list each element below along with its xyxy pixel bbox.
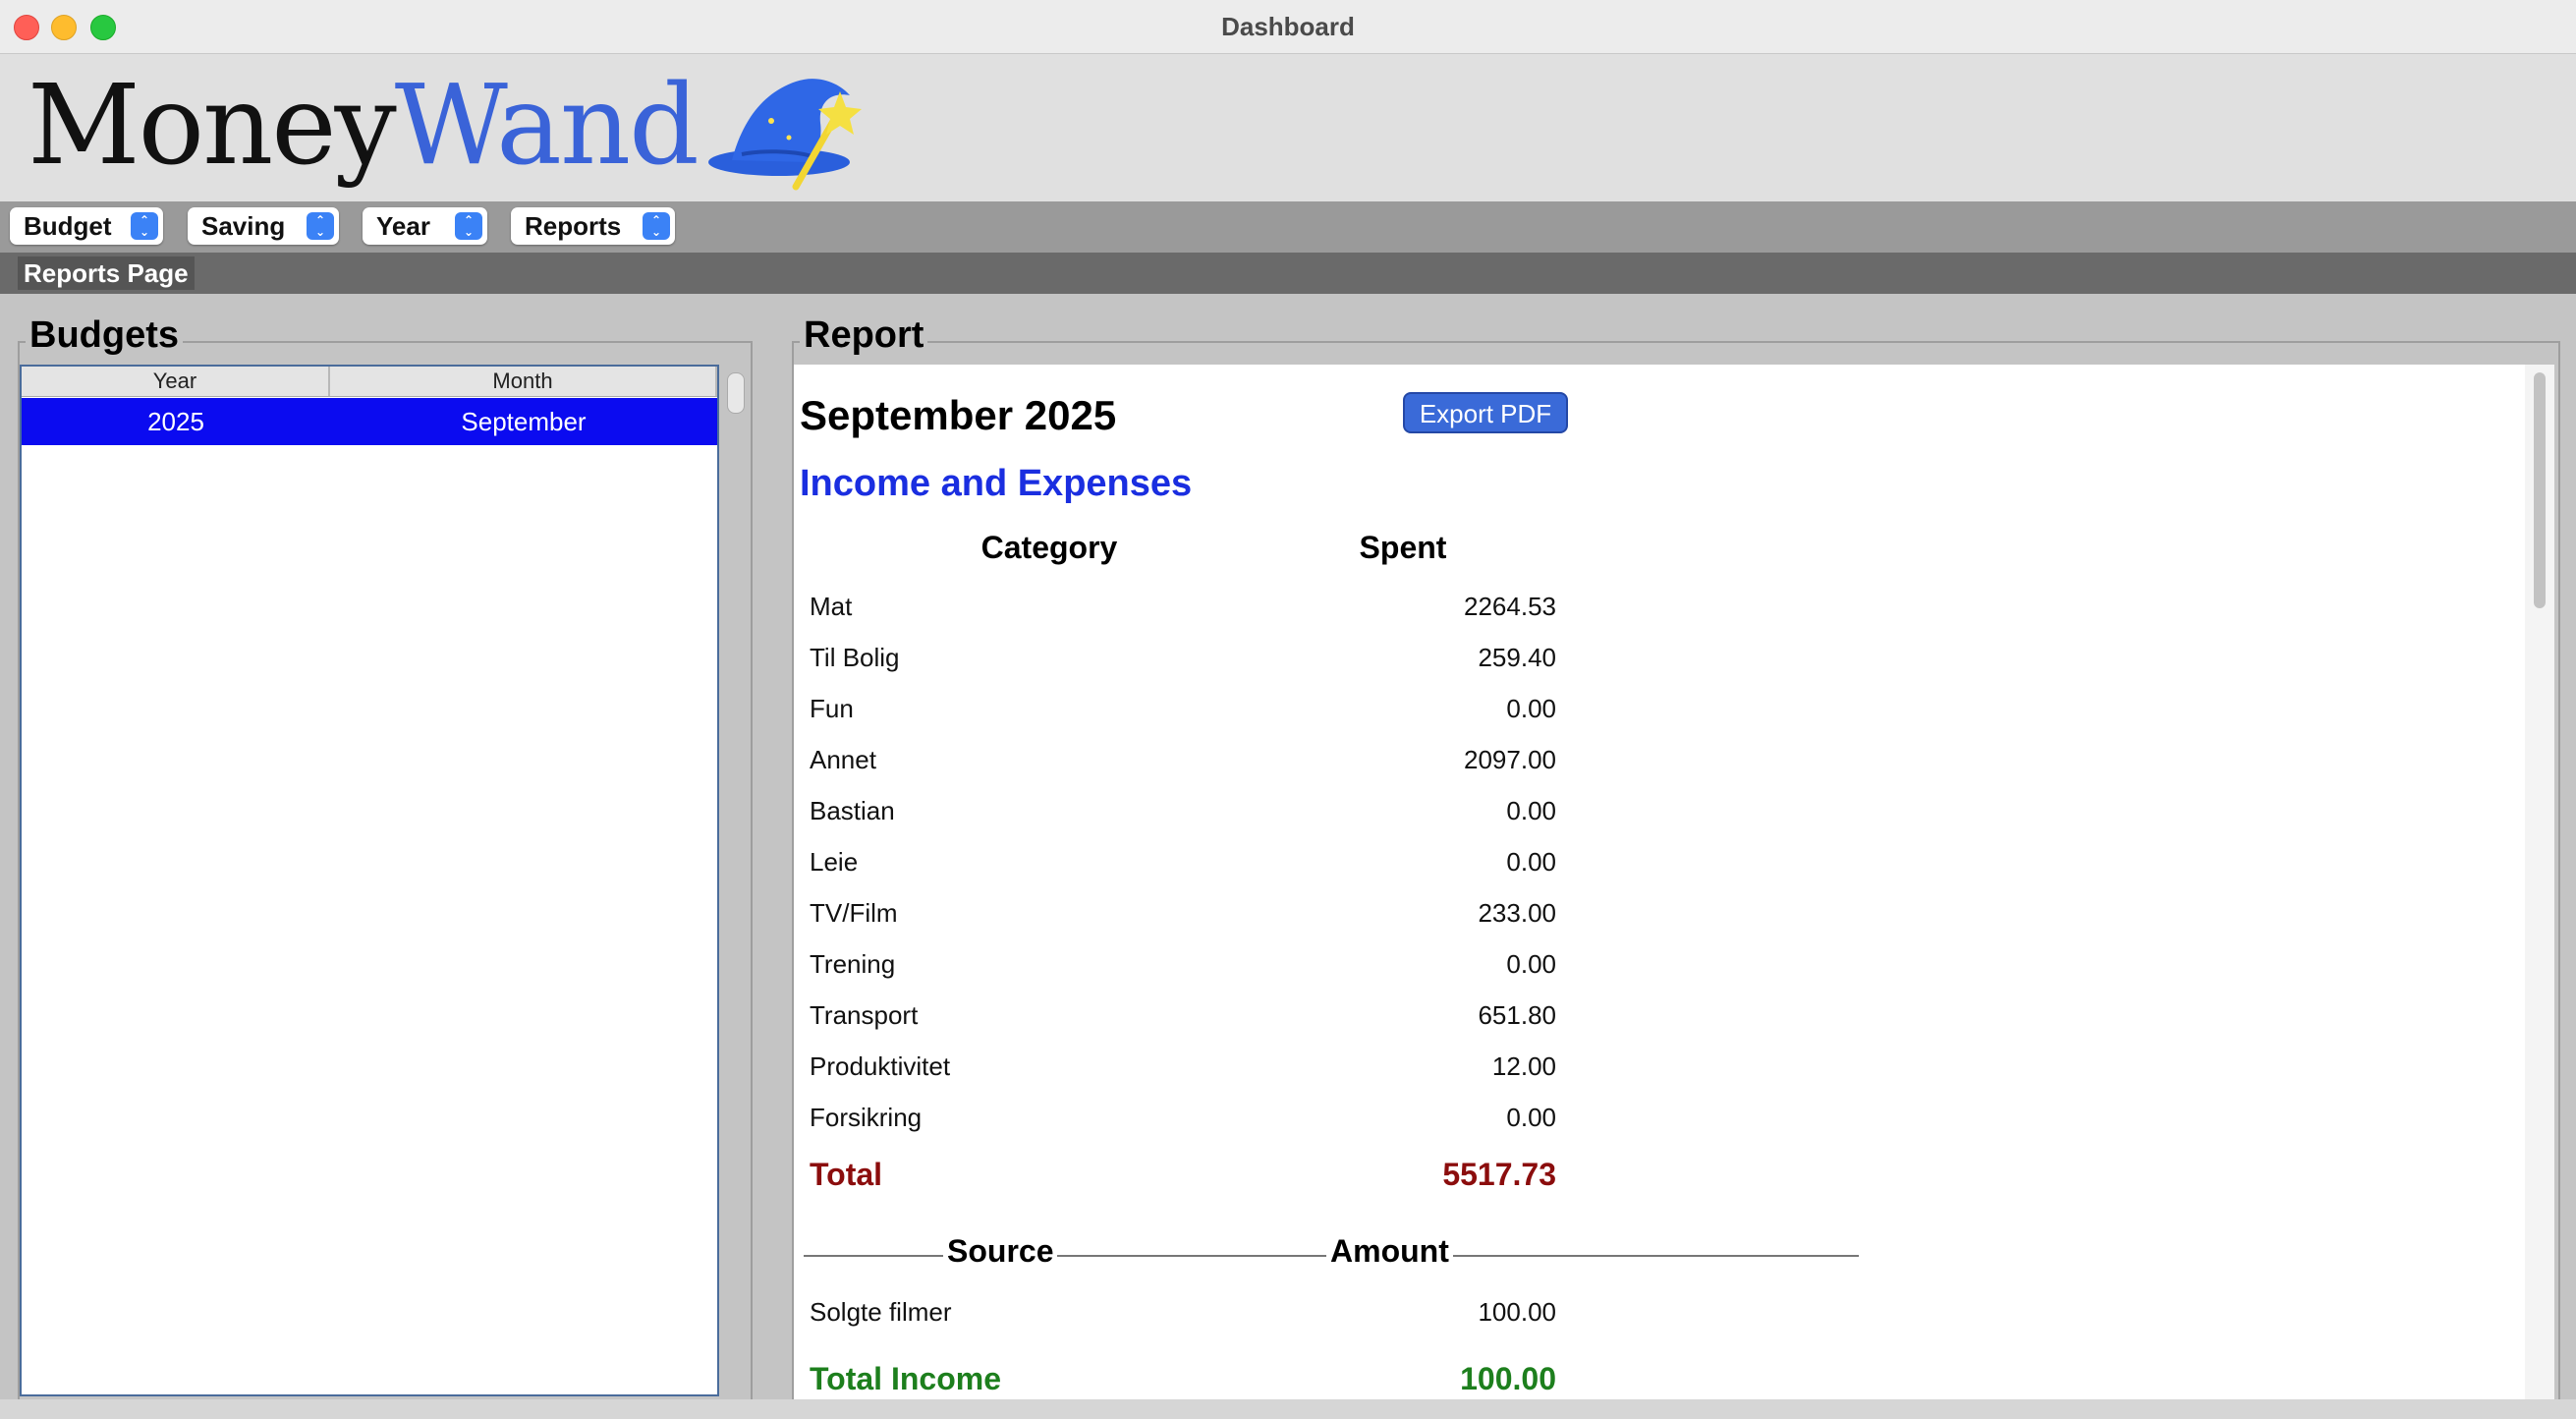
navigation-toolbar: Budget ⌃ ⌄ Saving ⌃ ⌄ Year ⌃ ⌄ Reports ⌃ ⌄ bbox=[0, 201, 2576, 253]
list-item: Transport 651.80 bbox=[810, 995, 1556, 1035]
updown-chevron-icon: ⌃ ⌄ bbox=[643, 212, 670, 240]
amount-column-header: Amount bbox=[1326, 1233, 1453, 1270]
expense-spent: 2097.00 bbox=[1464, 745, 1556, 774]
total-label: Total bbox=[810, 1157, 883, 1192]
updown-chevron-icon: ⌃ ⌄ bbox=[455, 212, 482, 240]
report-title: Report bbox=[800, 315, 928, 355]
list-item: Mat 2264.53 bbox=[810, 587, 1556, 626]
expense-category: Trening bbox=[810, 949, 896, 979]
spent-column-header: Spent bbox=[1359, 530, 1447, 565]
app-logo-text: MoneyWand bbox=[28, 62, 700, 190]
list-item: Forsikring 0.00 bbox=[810, 1098, 1556, 1137]
list-item: Fun 0.00 bbox=[810, 689, 1556, 728]
list-item: Annet 2097.00 bbox=[810, 740, 1556, 779]
expense-category: Transport bbox=[810, 1000, 919, 1030]
table-header: Year Month bbox=[22, 367, 717, 397]
report-view: September 2025 Export PDF Income and Exp… bbox=[794, 365, 2525, 1399]
source-column-header: Source bbox=[943, 1233, 1058, 1270]
logo-text-wand: Wand bbox=[394, 62, 700, 190]
expense-spent: 0.00 bbox=[1506, 1103, 1556, 1132]
expense-category: Annet bbox=[810, 745, 876, 774]
year-dropdown[interactable]: Year ⌃ ⌄ bbox=[363, 207, 487, 245]
saving-dropdown[interactable]: Saving ⌃ ⌄ bbox=[188, 207, 339, 245]
scrollbar-thumb[interactable] bbox=[2534, 372, 2546, 608]
list-item: Bastian 0.00 bbox=[810, 791, 1556, 830]
total-value: 5517.73 bbox=[1442, 1157, 1556, 1192]
income-amount: 100.00 bbox=[1478, 1297, 1556, 1327]
expense-spent: 0.00 bbox=[1506, 694, 1556, 723]
expense-category: Mat bbox=[810, 592, 853, 621]
income-total-row: Total Income 100.00 bbox=[810, 1355, 1556, 1399]
wizard-hat-wand-icon bbox=[708, 79, 862, 191]
income-source: Solgte filmer bbox=[810, 1297, 952, 1327]
report-scrollbar[interactable] bbox=[2525, 365, 2554, 1399]
budgets-table[interactable]: Year Month 2025 September bbox=[20, 365, 719, 1396]
logo-banner: MoneyWand bbox=[0, 54, 2576, 201]
list-item: Leie 0.00 bbox=[810, 842, 1556, 881]
window-bottom-edge bbox=[0, 1399, 2576, 1419]
category-column-header: Category bbox=[980, 530, 1118, 565]
export-pdf-button[interactable]: Export PDF bbox=[1403, 392, 1568, 433]
expense-spent: 0.00 bbox=[1506, 949, 1556, 979]
list-item: Til Bolig 259.40 bbox=[810, 638, 1556, 677]
expense-spent: 651.80 bbox=[1478, 1000, 1556, 1030]
expense-spent: 2264.53 bbox=[1464, 592, 1556, 621]
table-row[interactable]: 2025 September bbox=[22, 398, 717, 445]
section-title: Income and Expenses bbox=[800, 463, 1193, 504]
reports-dropdown[interactable]: Reports ⌃ ⌄ bbox=[511, 207, 675, 245]
budgets-scrollbar[interactable] bbox=[727, 372, 745, 414]
income-total-value: 100.00 bbox=[1460, 1361, 1556, 1396]
app-window: Dashboard MoneyWand Budget ⌃ ⌄ Saving ⌃ ⌄ … bbox=[0, 0, 2576, 1419]
expense-category: TV/Film bbox=[810, 898, 898, 928]
reports-dropdown-label: Reports bbox=[525, 211, 622, 241]
expense-category: Til Bolig bbox=[810, 643, 900, 672]
budget-dropdown[interactable]: Budget ⌃ ⌄ bbox=[10, 207, 163, 245]
window-title: Dashboard bbox=[1221, 12, 1355, 41]
main-content: Budgets Year Month 2025 September Report… bbox=[0, 294, 2576, 1406]
expense-spent: 12.00 bbox=[1491, 1051, 1556, 1081]
logo-text-money: Money bbox=[28, 62, 397, 190]
report-heading: September 2025 bbox=[800, 392, 1117, 438]
income-total-label: Total Income bbox=[810, 1361, 1001, 1396]
list-item: Trening 0.00 bbox=[810, 944, 1556, 984]
saving-dropdown-label: Saving bbox=[201, 211, 286, 241]
expense-category: Produktivitet bbox=[810, 1051, 951, 1081]
expense-spent: 233.00 bbox=[1478, 898, 1556, 928]
list-item: Solgte filmer 100.00 bbox=[810, 1292, 1556, 1332]
expense-spent: 0.00 bbox=[1506, 796, 1556, 825]
list-item: Produktivitet 12.00 bbox=[810, 1047, 1556, 1086]
expense-category: Bastian bbox=[810, 796, 895, 825]
row-month: September bbox=[461, 407, 587, 436]
expense-category: Fun bbox=[810, 694, 854, 723]
page-title: Reports Page bbox=[18, 256, 195, 290]
expense-category: Forsikring bbox=[810, 1103, 923, 1132]
expense-category: Leie bbox=[810, 847, 859, 877]
page-bar: Reports Page bbox=[0, 253, 2576, 294]
column-header-month[interactable]: Month bbox=[330, 367, 717, 396]
budgets-title: Budgets bbox=[26, 315, 183, 355]
row-year: 2025 bbox=[147, 407, 204, 436]
title-bar: Dashboard bbox=[0, 0, 2576, 54]
budget-dropdown-label: Budget bbox=[24, 211, 112, 241]
year-dropdown-label: Year bbox=[376, 211, 430, 241]
expense-spent: 0.00 bbox=[1506, 847, 1556, 877]
expense-spent: 259.40 bbox=[1478, 643, 1556, 672]
expenses-total-row: Total 5517.73 bbox=[810, 1151, 1556, 1198]
updown-chevron-icon: ⌃ ⌄ bbox=[307, 212, 334, 240]
updown-chevron-icon: ⌃ ⌄ bbox=[131, 212, 158, 240]
column-header-year[interactable]: Year bbox=[22, 367, 330, 396]
list-item: TV/Film 233.00 bbox=[810, 893, 1556, 933]
